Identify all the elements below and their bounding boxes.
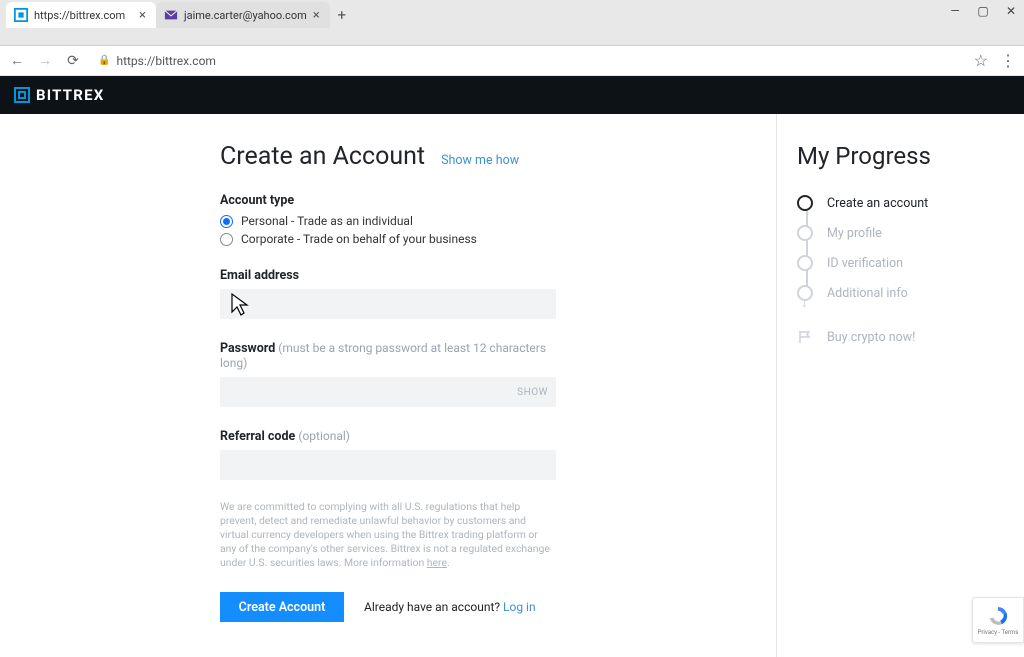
- referral-field[interactable]: [220, 450, 556, 480]
- email-label: Email address: [220, 268, 556, 283]
- radio-corporate[interactable]: Corporate - Trade on behalf of your busi…: [220, 232, 556, 246]
- window-minimize-icon[interactable]: —: [948, 4, 962, 18]
- recaptcha-badge[interactable]: Privacy - Terms: [972, 597, 1024, 643]
- step-label: Additional info: [827, 286, 908, 301]
- account-type-label: Account type: [220, 193, 556, 208]
- site-header: BITTREX: [0, 76, 1024, 114]
- flag-icon: [797, 329, 813, 345]
- password-label: Password (must be a strong password at l…: [220, 341, 556, 371]
- reload-icon[interactable]: ⟳: [64, 53, 82, 69]
- window-close-icon[interactable]: ✕: [1004, 4, 1018, 18]
- step-circle-icon: [797, 285, 813, 301]
- forward-icon: →: [36, 52, 54, 69]
- star-icon[interactable]: ☆: [974, 51, 988, 70]
- legal-text: We are committed to complying with all U…: [220, 500, 556, 570]
- password-field[interactable]: [220, 377, 556, 407]
- address-bar[interactable]: 🔒 https://bittrex.com: [92, 54, 964, 68]
- radio-unselected-icon: [220, 233, 233, 246]
- radio-corporate-label: Corporate - Trade on behalf of your busi…: [241, 232, 477, 246]
- recaptcha-icon: [986, 604, 1010, 628]
- back-icon[interactable]: ←: [8, 52, 26, 69]
- show-me-how-link[interactable]: Show me how: [441, 153, 519, 168]
- mail-favicon-icon: [164, 8, 178, 22]
- step-label: ID verification: [827, 256, 903, 271]
- tab-label: https://bittrex.com: [34, 9, 125, 22]
- progress-step-final: Buy crypto now!: [797, 322, 1006, 352]
- lock-icon: 🔒: [98, 55, 110, 66]
- progress-step-id: ID verification: [797, 248, 1006, 278]
- bittrex-favicon-icon: [14, 8, 28, 22]
- progress-step-profile: My profile: [797, 218, 1006, 248]
- referral-label: Referral code (optional): [220, 429, 556, 444]
- progress-heading: My Progress: [797, 142, 1006, 170]
- close-icon[interactable]: ×: [139, 8, 146, 23]
- menu-icon[interactable]: ⋮: [1000, 51, 1016, 70]
- step-label: My profile: [827, 226, 882, 241]
- recaptcha-terms[interactable]: Terms: [1002, 629, 1019, 636]
- browser-tab[interactable]: jaime.carter@yahoo.com ×: [156, 2, 330, 28]
- step-circle-icon: [797, 195, 813, 211]
- radio-personal-label: Personal - Trade as an individual: [241, 214, 413, 228]
- create-account-button[interactable]: Create Account: [220, 592, 344, 622]
- step-connector-line: [806, 204, 808, 294]
- already-have-account: Already have an account? Log in: [364, 600, 536, 614]
- login-link[interactable]: Log in: [503, 600, 536, 614]
- browser-tab-active[interactable]: https://bittrex.com ×: [6, 2, 156, 28]
- close-icon[interactable]: ×: [313, 8, 320, 23]
- show-password-button[interactable]: SHOW: [517, 377, 548, 407]
- progress-step-create: Create an account: [797, 188, 1006, 218]
- window-maximize-icon[interactable]: ▢: [976, 4, 990, 18]
- tab-label: jaime.carter@yahoo.com: [184, 9, 307, 22]
- brand-logo-icon: [14, 87, 30, 103]
- recaptcha-privacy[interactable]: Privacy: [978, 629, 997, 636]
- email-field[interactable]: [220, 289, 556, 319]
- step-circle-icon: [797, 225, 813, 241]
- progress-step-additional: Additional info: [797, 278, 1006, 308]
- step-circle-icon: [797, 255, 813, 271]
- brand-name: BITTREX: [36, 86, 104, 104]
- radio-selected-icon: [220, 215, 233, 228]
- legal-here-link[interactable]: here: [427, 556, 447, 569]
- radio-personal[interactable]: Personal - Trade as an individual: [220, 214, 556, 228]
- url-text: https://bittrex.com: [116, 54, 215, 68]
- step-label: Buy crypto now!: [827, 330, 915, 345]
- new-tab-button[interactable]: +: [330, 2, 354, 28]
- page-title: Create an Account: [220, 142, 425, 171]
- step-label: Create an account: [827, 196, 928, 211]
